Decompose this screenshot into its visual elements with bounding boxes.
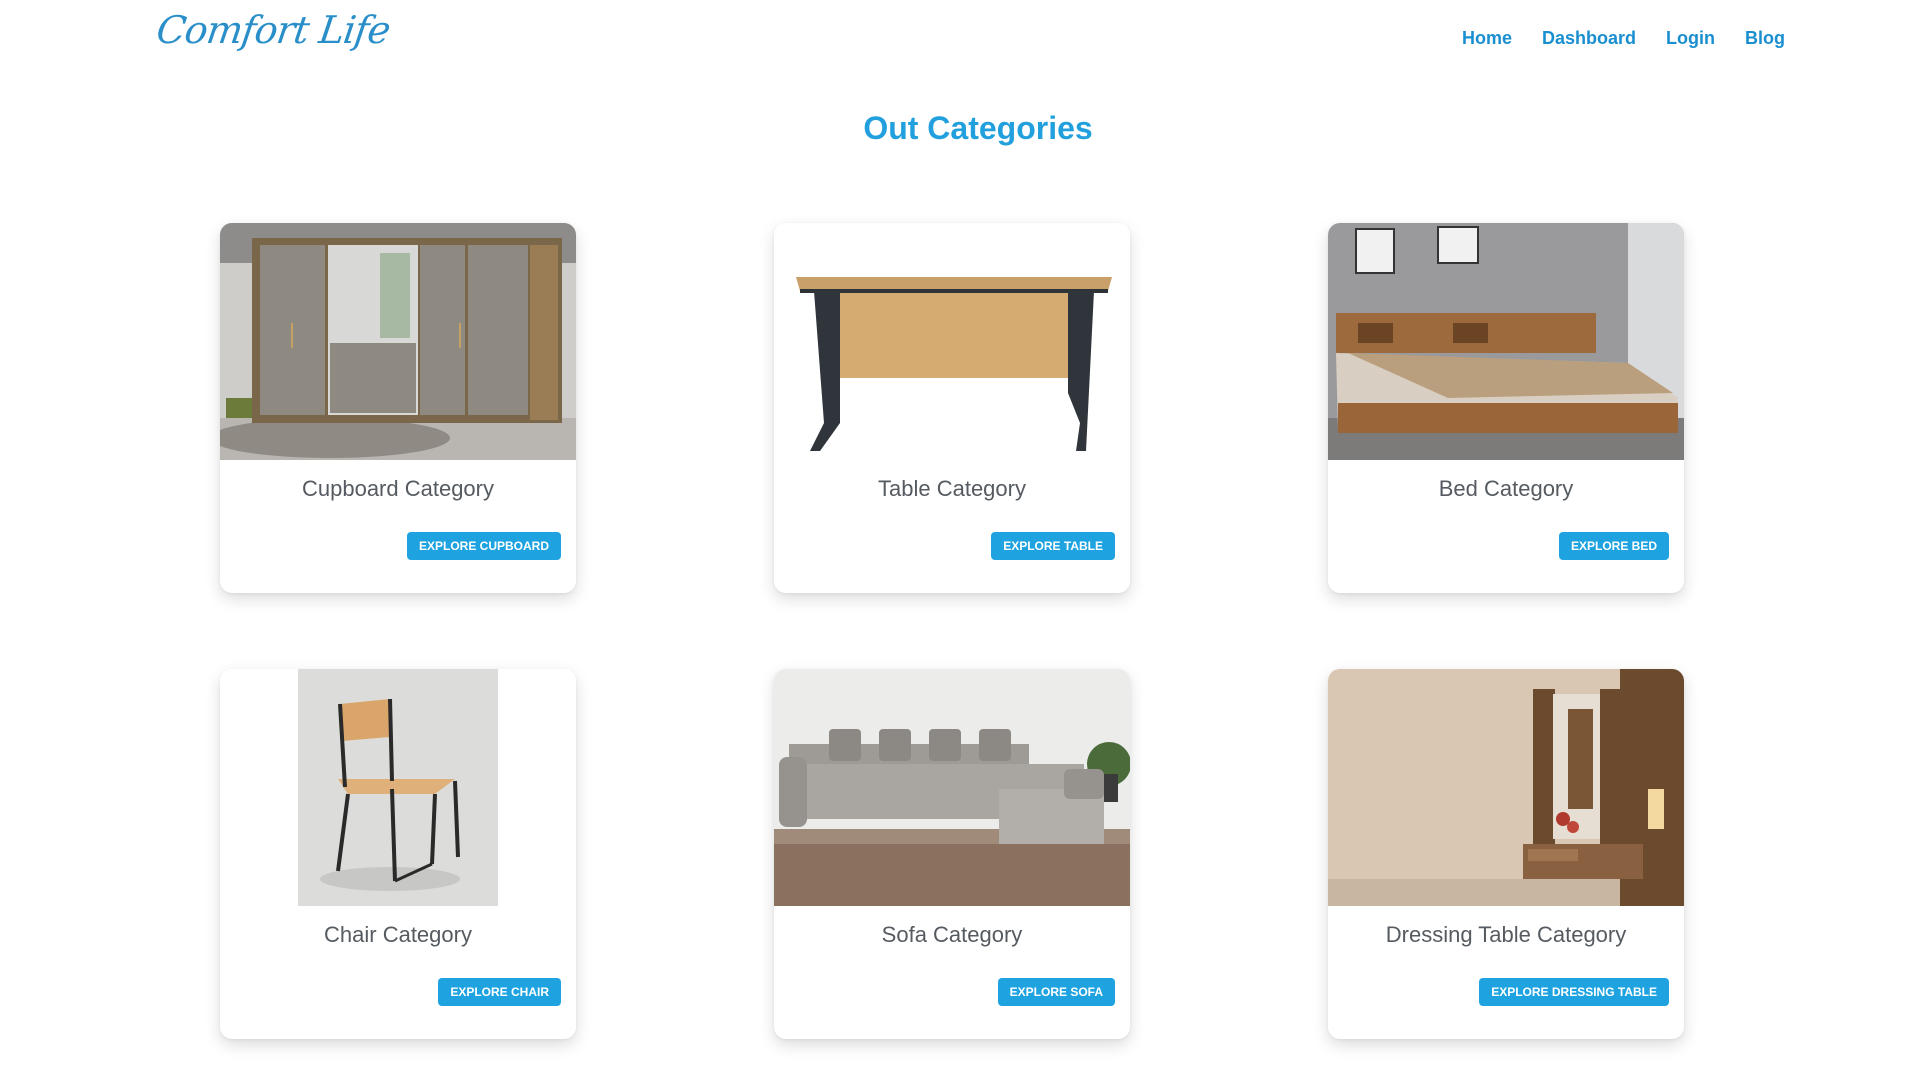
category-title: Sofa Category: [881, 922, 1023, 947]
nav-blog-link[interactable]: Blog: [1745, 28, 1785, 49]
category-title: Cupboard Category: [301, 476, 494, 501]
cupboard-image: [220, 223, 576, 460]
brand-logo[interactable]: Comfort Life: [154, 8, 393, 52]
category-title: Bed Category: [1438, 476, 1574, 501]
category-card-cupboard: Cupboard Category EXPLORE CUPBOARD: [220, 223, 576, 593]
nav-home-link[interactable]: Home: [1462, 28, 1512, 49]
category-card-bed: Bed Category EXPLORE BED: [1328, 223, 1684, 593]
explore-bed-button[interactable]: EXPLORE BED: [1558, 532, 1669, 560]
category-card-sofa: Sofa Category EXPLORE SOFA: [774, 669, 1130, 1039]
category-card-table: Table Category EXPLORE TABLE: [774, 223, 1130, 593]
explore-table-button[interactable]: EXPLORE TABLE: [991, 532, 1115, 560]
sofa-image: [774, 669, 1130, 906]
bed-image: [1328, 223, 1684, 460]
nav-login-link[interactable]: Login: [1666, 28, 1715, 49]
dressing-table-image: [1328, 669, 1684, 906]
nav-dashboard-link[interactable]: Dashboard: [1542, 28, 1636, 49]
category-card-dressing-table: Dressing Table Category EXPLORE DRESSING…: [1328, 669, 1684, 1039]
table-image: [774, 223, 1130, 460]
page-title: Out Categories: [863, 110, 1093, 146]
category-card-chair: Chair Category EXPLORE CHAIR: [220, 669, 576, 1039]
main-nav: Home Dashboard Login Blog: [1462, 28, 1785, 49]
explore-dressing-table-button[interactable]: EXPLORE DRESSING TABLE: [1479, 978, 1669, 1006]
explore-chair-button[interactable]: EXPLORE CHAIR: [438, 978, 561, 1006]
category-title: Table Category: [878, 476, 1026, 501]
explore-cupboard-button[interactable]: EXPLORE CUPBOARD: [406, 532, 561, 560]
category-title: Chair Category: [324, 922, 472, 947]
navbar: Comfort Life Home Dashboard Login Blog: [0, 0, 1920, 80]
explore-sofa-button[interactable]: EXPLORE SOFA: [997, 978, 1115, 1006]
chair-image: [220, 669, 576, 906]
category-title: Dressing Table Category: [1385, 922, 1627, 947]
